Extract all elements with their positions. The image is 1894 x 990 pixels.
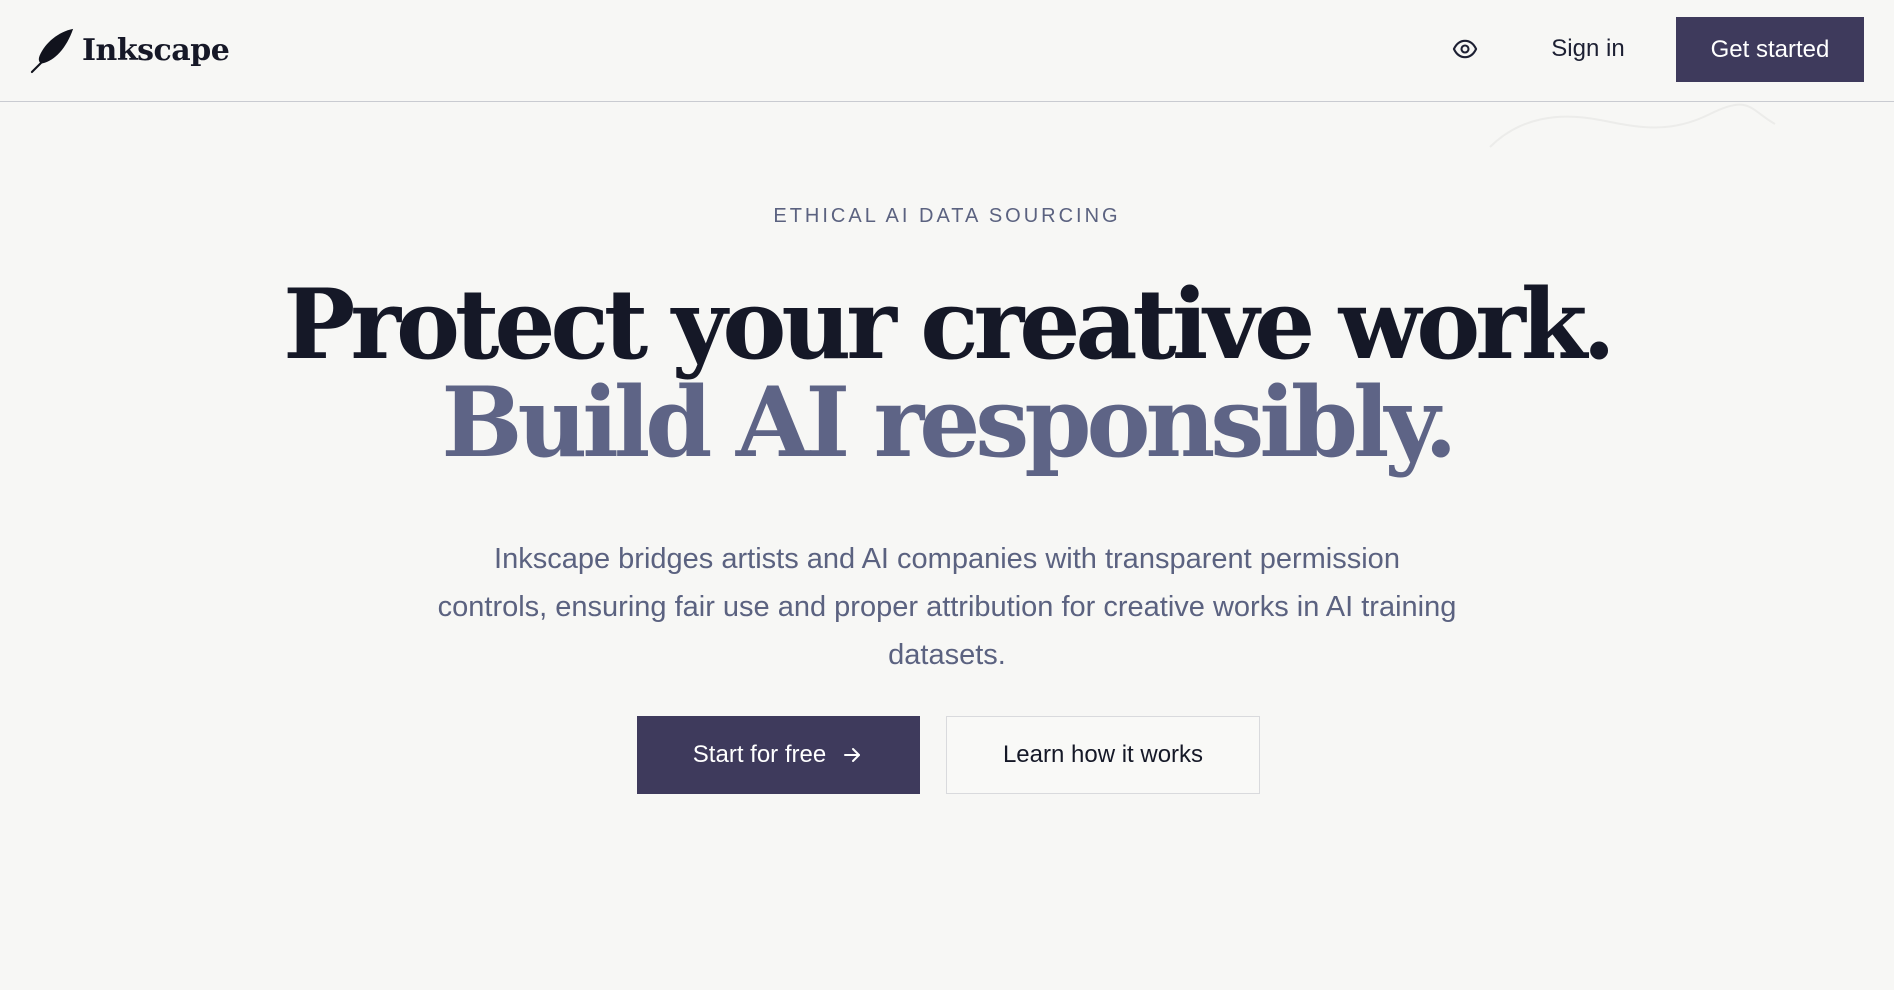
site-header: Inkscape Sign in Get started — [0, 0, 1894, 102]
arrow-right-icon — [844, 748, 861, 762]
logo-link[interactable]: Inkscape — [30, 26, 230, 74]
headline-line-1: Protect your creative work. — [283, 268, 1616, 382]
hero-eyebrow: ETHICAL AI DATA SOURCING — [773, 205, 1121, 227]
headline-line-2: Build AI responsibly. — [441, 366, 1457, 480]
start-for-free-label: Start for free — [692, 741, 827, 768]
hero-description: Inkscape bridges artists and AI companie… — [437, 543, 1457, 671]
feather-icon — [30, 28, 74, 74]
view-toggle-button[interactable] — [1440, 28, 1490, 70]
get-started-button[interactable]: Get started — [1676, 17, 1864, 82]
decorative-swirl — [1489, 103, 1776, 148]
sign-in-link[interactable]: Sign in — [1528, 24, 1648, 74]
eye-icon — [1452, 39, 1478, 59]
learn-how-it-works-button[interactable]: Learn how it works — [946, 716, 1260, 794]
logo-text: Inkscape — [82, 32, 230, 68]
start-for-free-button[interactable]: Start for free — [637, 716, 920, 794]
hero-headline: Protect your creative work. Build AI res… — [0, 276, 1894, 472]
